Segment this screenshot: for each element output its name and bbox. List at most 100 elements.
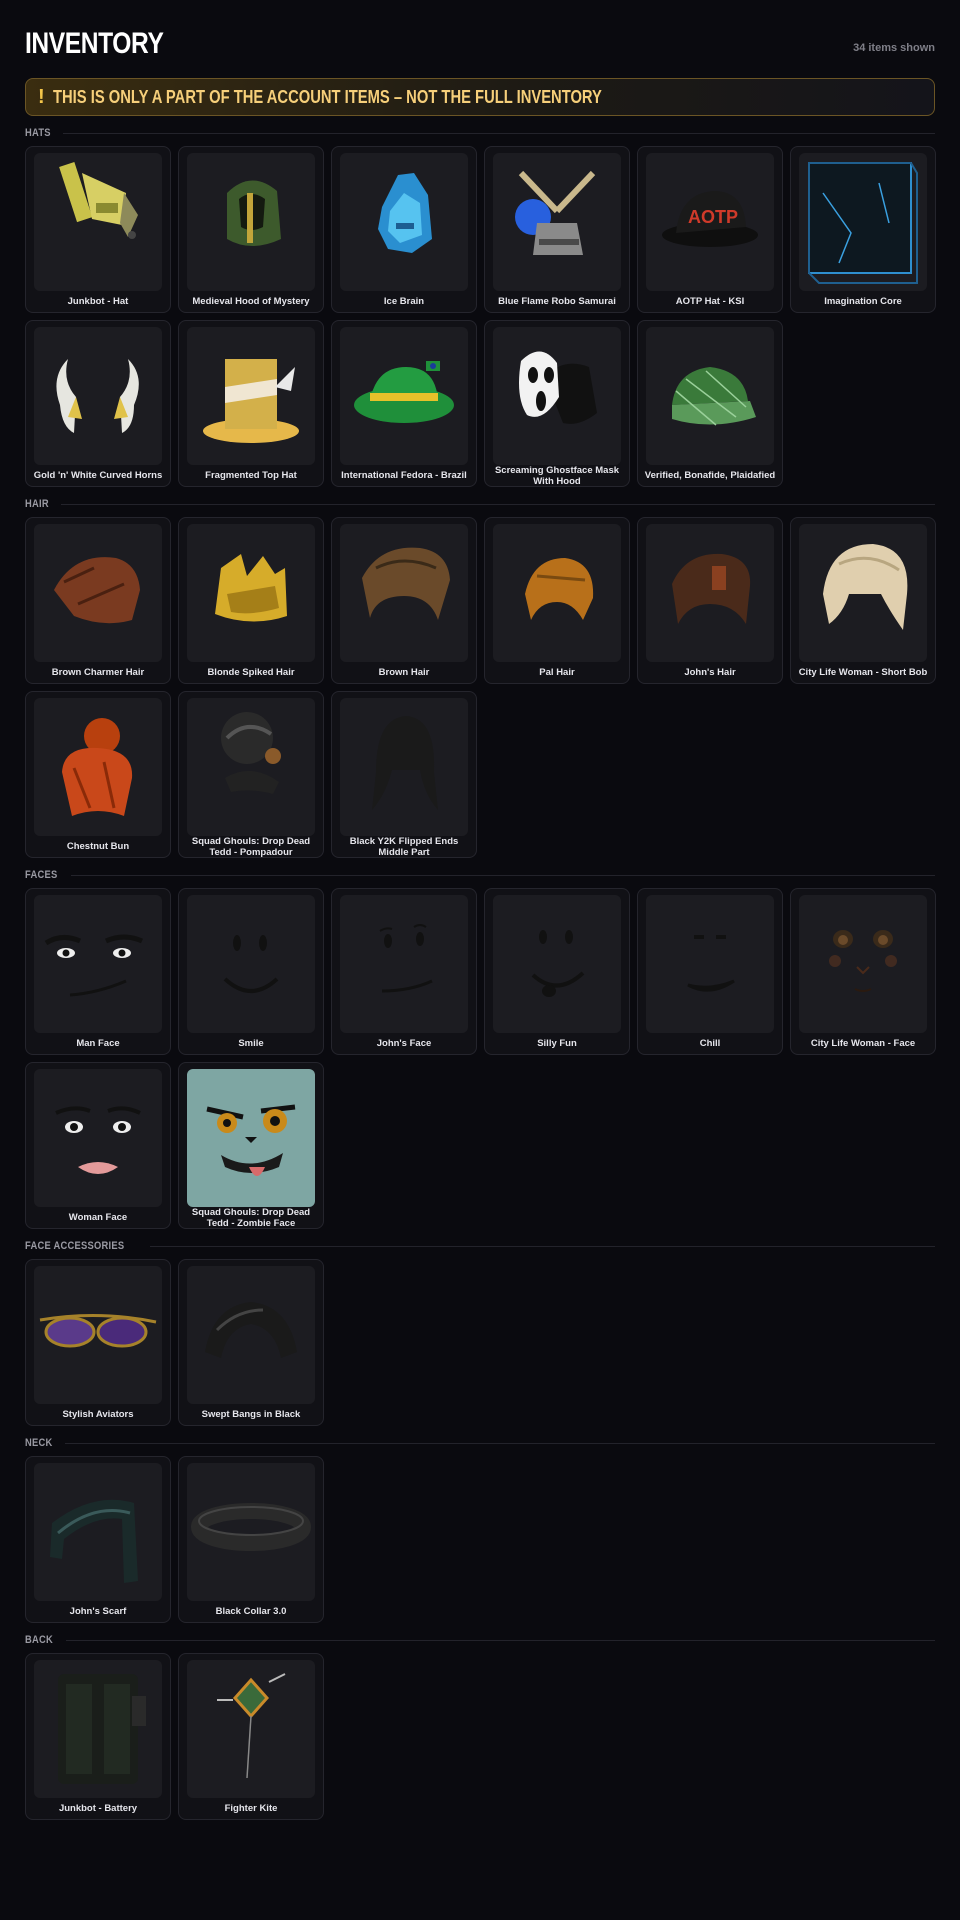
face-icon xyxy=(187,895,315,1033)
item-thumbnail xyxy=(34,698,162,836)
item-thumbnail xyxy=(34,895,162,1033)
inventory-item-card[interactable]: Verified, Bonafide, Plaidafied xyxy=(637,320,783,487)
item-name: Squad Ghouls: Drop Dead Tedd - Pompadour xyxy=(191,836,311,858)
item-thumbnail xyxy=(340,698,468,836)
face-icon xyxy=(799,895,927,1033)
inventory-item-card[interactable]: Screaming Ghostface Mask With Hood xyxy=(484,320,630,487)
item-name: Chill xyxy=(699,1038,721,1049)
item-thumbnail xyxy=(187,524,315,662)
item-name: Fragmented Top Hat xyxy=(205,470,297,481)
page-title: INVENTORY xyxy=(25,27,164,60)
inventory-item-card[interactable]: Man Face xyxy=(25,888,171,1055)
inventory-item-card[interactable]: Black Y2K Flipped Ends Middle Part xyxy=(331,691,477,858)
hair-icon xyxy=(340,524,468,662)
item-grid: Stylish Aviators Swept Bangs in Black xyxy=(25,1259,935,1426)
item-thumbnail xyxy=(34,524,162,662)
item-name: City Life Woman - Short Bob xyxy=(798,667,928,678)
inventory-item-card[interactable]: Black Collar 3.0 xyxy=(178,1456,324,1623)
inventory-item-card[interactable]: Swept Bangs in Black xyxy=(178,1259,324,1426)
top-hat-icon xyxy=(187,327,315,465)
item-name: Junkbot - Hat xyxy=(67,296,129,307)
item-grid: John's Scarf Black Collar 3.0 xyxy=(25,1456,935,1623)
item-name: Black Y2K Flipped Ends Middle Part xyxy=(349,836,459,858)
inventory-item-card[interactable]: Imagination Core xyxy=(790,146,936,313)
inventory-item-card[interactable]: Squad Ghouls: Drop Dead Tedd - Pompadour xyxy=(178,691,324,858)
inventory-item-card[interactable]: Woman Face xyxy=(25,1062,171,1229)
junkbot-hat-icon xyxy=(34,153,162,291)
section-title: NECK xyxy=(25,1437,53,1449)
inventory-item-card[interactable]: Chestnut Bun xyxy=(25,691,171,858)
inventory-item-card[interactable]: City Life Woman - Face xyxy=(790,888,936,1055)
inventory-item-card[interactable]: John's Face xyxy=(331,888,477,1055)
inventory-item-card[interactable]: Smile xyxy=(178,888,324,1055)
item-thumbnail xyxy=(187,895,315,1033)
item-thumbnail xyxy=(646,895,774,1033)
inventory-item-card[interactable]: Junkbot - Hat xyxy=(25,146,171,313)
inventory-page: INVENTORY 34 items shown ! THIS IS ONLY … xyxy=(25,28,936,1820)
inventory-item-card[interactable]: Fragmented Top Hat xyxy=(178,320,324,487)
item-thumbnail xyxy=(187,698,315,836)
item-thumbnail xyxy=(340,524,468,662)
item-name: John's Hair xyxy=(684,667,736,678)
item-name: AOTP Hat - KSI xyxy=(675,296,745,307)
item-name: Verified, Bonafide, Plaidafied xyxy=(644,470,776,481)
inventory-item-card[interactable]: Brown Hair xyxy=(331,517,477,684)
warning-text: THIS IS ONLY A PART OF THE ACCOUNT ITEMS… xyxy=(52,86,602,107)
ghostface-mask-icon xyxy=(493,327,621,465)
item-name: John's Face xyxy=(376,1038,432,1049)
inventory-item-card[interactable]: Blonde Spiked Hair xyxy=(178,517,324,684)
item-thumbnail xyxy=(646,524,774,662)
face-icon xyxy=(34,1069,162,1207)
hair-icon xyxy=(646,524,774,662)
section-header: HAIR xyxy=(25,496,935,512)
scarf-icon xyxy=(34,1463,162,1601)
inventory-item-card[interactable]: Squad Ghouls: Drop Dead Tedd - Zombie Fa… xyxy=(178,1062,324,1229)
inventory-item-card[interactable]: City Life Woman - Short Bob xyxy=(790,517,936,684)
item-thumbnail xyxy=(187,1660,315,1798)
item-name: Gold 'n' White Curved Horns xyxy=(33,470,163,481)
aotp-print-text: AOTP xyxy=(688,207,738,227)
section-divider xyxy=(65,1639,935,1641)
bangs-icon xyxy=(187,1266,315,1404)
item-name: Woman Face xyxy=(68,1212,128,1223)
inventory-item-card[interactable]: Stylish Aviators xyxy=(25,1259,171,1426)
inventory-item-card[interactable]: Medieval Hood of Mystery xyxy=(178,146,324,313)
page-header: INVENTORY 34 items shown xyxy=(25,28,935,60)
face-icon xyxy=(340,895,468,1033)
section-divider xyxy=(149,1245,935,1247)
item-thumbnail xyxy=(493,524,621,662)
item-name: Ice Brain xyxy=(383,296,425,307)
section-header: HATS xyxy=(25,125,935,141)
inventory-item-card[interactable]: AOTP AOTP Hat - KSI xyxy=(637,146,783,313)
inventory-item-card[interactable]: Silly Fun xyxy=(484,888,630,1055)
inventory-item-card[interactable]: Junkbot - Battery xyxy=(25,1653,171,1820)
warning-banner: ! THIS IS ONLY A PART OF THE ACCOUNT ITE… xyxy=(25,78,935,116)
inventory-item-card[interactable]: Brown Charmer Hair xyxy=(25,517,171,684)
medieval-hood-icon xyxy=(187,153,315,291)
inventory-item-card[interactable]: John's Hair xyxy=(637,517,783,684)
section-header: FACE ACCESSORIES xyxy=(25,1238,935,1254)
inventory-item-card[interactable]: Pal Hair xyxy=(484,517,630,684)
inventory-item-card[interactable]: Blue Flame Robo Samurai xyxy=(484,146,630,313)
inventory-item-card[interactable]: International Fedora - Brazil xyxy=(331,320,477,487)
item-name: John's Scarf xyxy=(69,1606,127,1617)
item-thumbnail xyxy=(187,1069,315,1207)
inventory-item-card[interactable]: Gold 'n' White Curved Horns xyxy=(25,320,171,487)
hair-icon xyxy=(493,524,621,662)
battery-icon xyxy=(34,1660,162,1798)
item-name: Squad Ghouls: Drop Dead Tedd - Zombie Fa… xyxy=(191,1207,311,1229)
item-name: International Fedora - Brazil xyxy=(341,470,467,481)
inventory-item-card[interactable]: Fighter Kite xyxy=(178,1653,324,1820)
inventory-item-card[interactable]: Ice Brain xyxy=(331,146,477,313)
item-name: Pal Hair xyxy=(539,667,575,678)
item-name: Smile xyxy=(238,1038,264,1049)
face-icon xyxy=(493,895,621,1033)
inventory-item-card[interactable]: John's Scarf xyxy=(25,1456,171,1623)
hair-icon xyxy=(340,698,468,836)
zombie-face-icon xyxy=(187,1069,315,1207)
inventory-item-card[interactable]: Chill xyxy=(637,888,783,1055)
item-name: Black Collar 3.0 xyxy=(215,1606,287,1617)
item-name: Blonde Spiked Hair xyxy=(207,667,295,678)
section-title: HAIR xyxy=(25,498,49,510)
section-divider xyxy=(71,874,935,876)
